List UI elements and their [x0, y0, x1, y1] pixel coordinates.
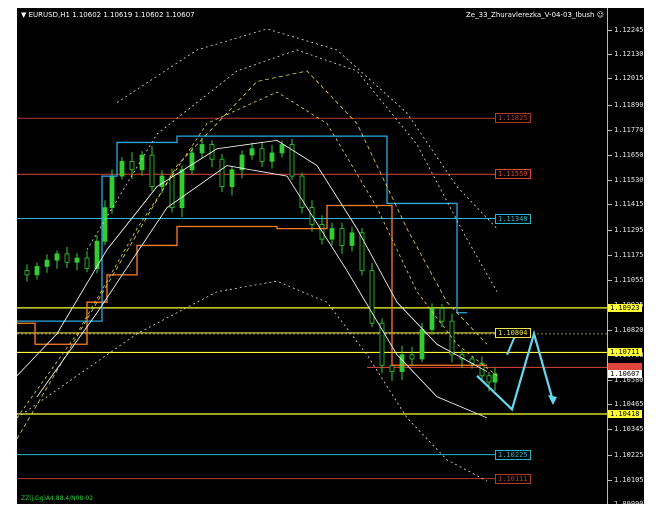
dropdown-icon[interactable]: ▼	[21, 11, 26, 19]
indicator-name: Ze_33_Zhuravlerezka_V-04-03_Ibush	[466, 11, 595, 19]
candle-body	[269, 152, 275, 162]
resistance-marker	[608, 363, 642, 371]
axis-tick-label: 1.11650	[614, 151, 644, 160]
candle-body	[199, 144, 205, 154]
candle-body	[129, 160, 135, 171]
candle-body	[299, 175, 305, 209]
candle-body	[189, 152, 195, 171]
axis-tick-label: 1.11295	[614, 225, 644, 234]
axis-tick-mark	[608, 204, 612, 206]
candle-body	[119, 160, 125, 177]
axis-tick-mark	[608, 229, 612, 231]
candle-body	[179, 169, 185, 209]
candle-body	[149, 154, 155, 187]
candle-body	[449, 320, 455, 356]
candle-body	[159, 175, 165, 187]
level-label: 1.11825	[495, 113, 531, 124]
axis-tick-mark	[608, 454, 612, 456]
candle-body	[399, 354, 405, 372]
axis-tick-mark	[608, 54, 612, 56]
current-price-label: 1.10607	[608, 370, 642, 379]
candle-body	[329, 228, 335, 240]
symbol-info: EURUSD,H1 1.10602 1.10619 1.10602 1.1060…	[28, 11, 195, 19]
candle-body	[54, 253, 60, 261]
axis-tick-label: 1.11175	[614, 250, 644, 259]
chart-window[interactable]: 1.12245 1.12130 1.12015 1.11890 1.11770 1.116…	[17, 8, 644, 504]
candle-body	[34, 266, 40, 276]
axis-tick-label: 1.10465	[614, 400, 644, 409]
candle-body	[219, 158, 225, 187]
axis-tick-label: 1.10345	[614, 425, 644, 434]
axis-tick-label: 1.10105	[614, 475, 644, 484]
forecast-arrowhead	[548, 395, 557, 406]
axis-tick-label: 1.11415	[614, 200, 644, 209]
axis-tick-mark	[608, 104, 612, 106]
smiley-icon: ☺	[596, 11, 604, 19]
axis-tick-label: 1.12130	[614, 50, 644, 59]
axis-level-label: 1.10711	[608, 348, 642, 357]
level-label: 1.10804	[495, 327, 531, 338]
axis-level-label: 1.10923	[608, 303, 642, 312]
axis-tick-label: 1.12245	[614, 26, 644, 34]
axis-tick-label: 1.11055	[614, 276, 644, 285]
orange-channel	[17, 204, 487, 366]
indicator-header: Ze_33_Zhuravlerezka_V-04-03_Ibush ☺	[466, 11, 604, 19]
candle-body	[102, 207, 108, 242]
candle-body	[349, 232, 355, 246]
candle-body	[419, 329, 425, 360]
candle-body	[249, 148, 255, 156]
footer-label: ZZ(j,Gg)A4,88,4/N08-02	[21, 495, 94, 502]
candle-body	[24, 270, 30, 276]
axis-tick-label: 1.12015	[614, 74, 644, 83]
axis-tick-label: 1.10820	[614, 325, 644, 334]
axis-tick-label: 1.11530	[614, 176, 644, 185]
axis-tick-mark	[608, 404, 612, 406]
axis-tick-mark	[608, 180, 612, 182]
candle-body	[259, 148, 265, 162]
axis-tick-mark	[608, 30, 612, 31]
candle-body	[486, 375, 492, 383]
candle-body	[109, 175, 115, 209]
level-label: 1.10111	[495, 473, 531, 484]
candle-body	[339, 228, 345, 246]
level-label: 1.11348	[495, 213, 531, 224]
candle-body	[44, 259, 50, 267]
axis-tick-mark	[608, 479, 612, 481]
symbol-header: ▼ EURUSD,H1 1.10602 1.10619 1.10602 1.10…	[21, 11, 195, 19]
axis-level-label: 1.10418	[608, 410, 642, 419]
candle-body	[64, 253, 70, 263]
price-axis[interactable]: 1.12245 1.12130 1.12015 1.11890 1.11770 1.116…	[607, 8, 644, 504]
price-chart-area[interactable]	[17, 8, 607, 504]
candle-body	[409, 354, 415, 360]
axis-tick-mark	[608, 280, 612, 282]
axis-tick-label: 1.11890	[614, 100, 644, 109]
candle-body	[279, 144, 285, 154]
axis-tick-mark	[608, 254, 612, 256]
axis-tick-mark	[608, 329, 612, 331]
candle-body	[74, 257, 80, 263]
axis-tick-mark	[608, 155, 612, 157]
axis-tick-label: 1.10225	[614, 450, 644, 459]
candle-body	[389, 364, 395, 372]
axis-tick-label: 1.09990	[614, 500, 644, 504]
level-label: 1.11559	[495, 169, 531, 180]
candle-body	[84, 257, 90, 269]
candle-body	[229, 169, 235, 187]
axis-tick-label: 1.11770	[614, 125, 644, 134]
yellow-upper-band	[17, 91, 498, 419]
forecast-path	[476, 329, 555, 412]
candle-body	[439, 308, 445, 322]
axis-tick-mark	[608, 429, 612, 431]
axis-tick-mark	[608, 78, 612, 80]
level-label: 1.10225	[495, 449, 531, 460]
axis-tick-mark	[608, 379, 612, 381]
candle-body	[139, 154, 145, 171]
axis-tick-mark	[608, 129, 612, 131]
